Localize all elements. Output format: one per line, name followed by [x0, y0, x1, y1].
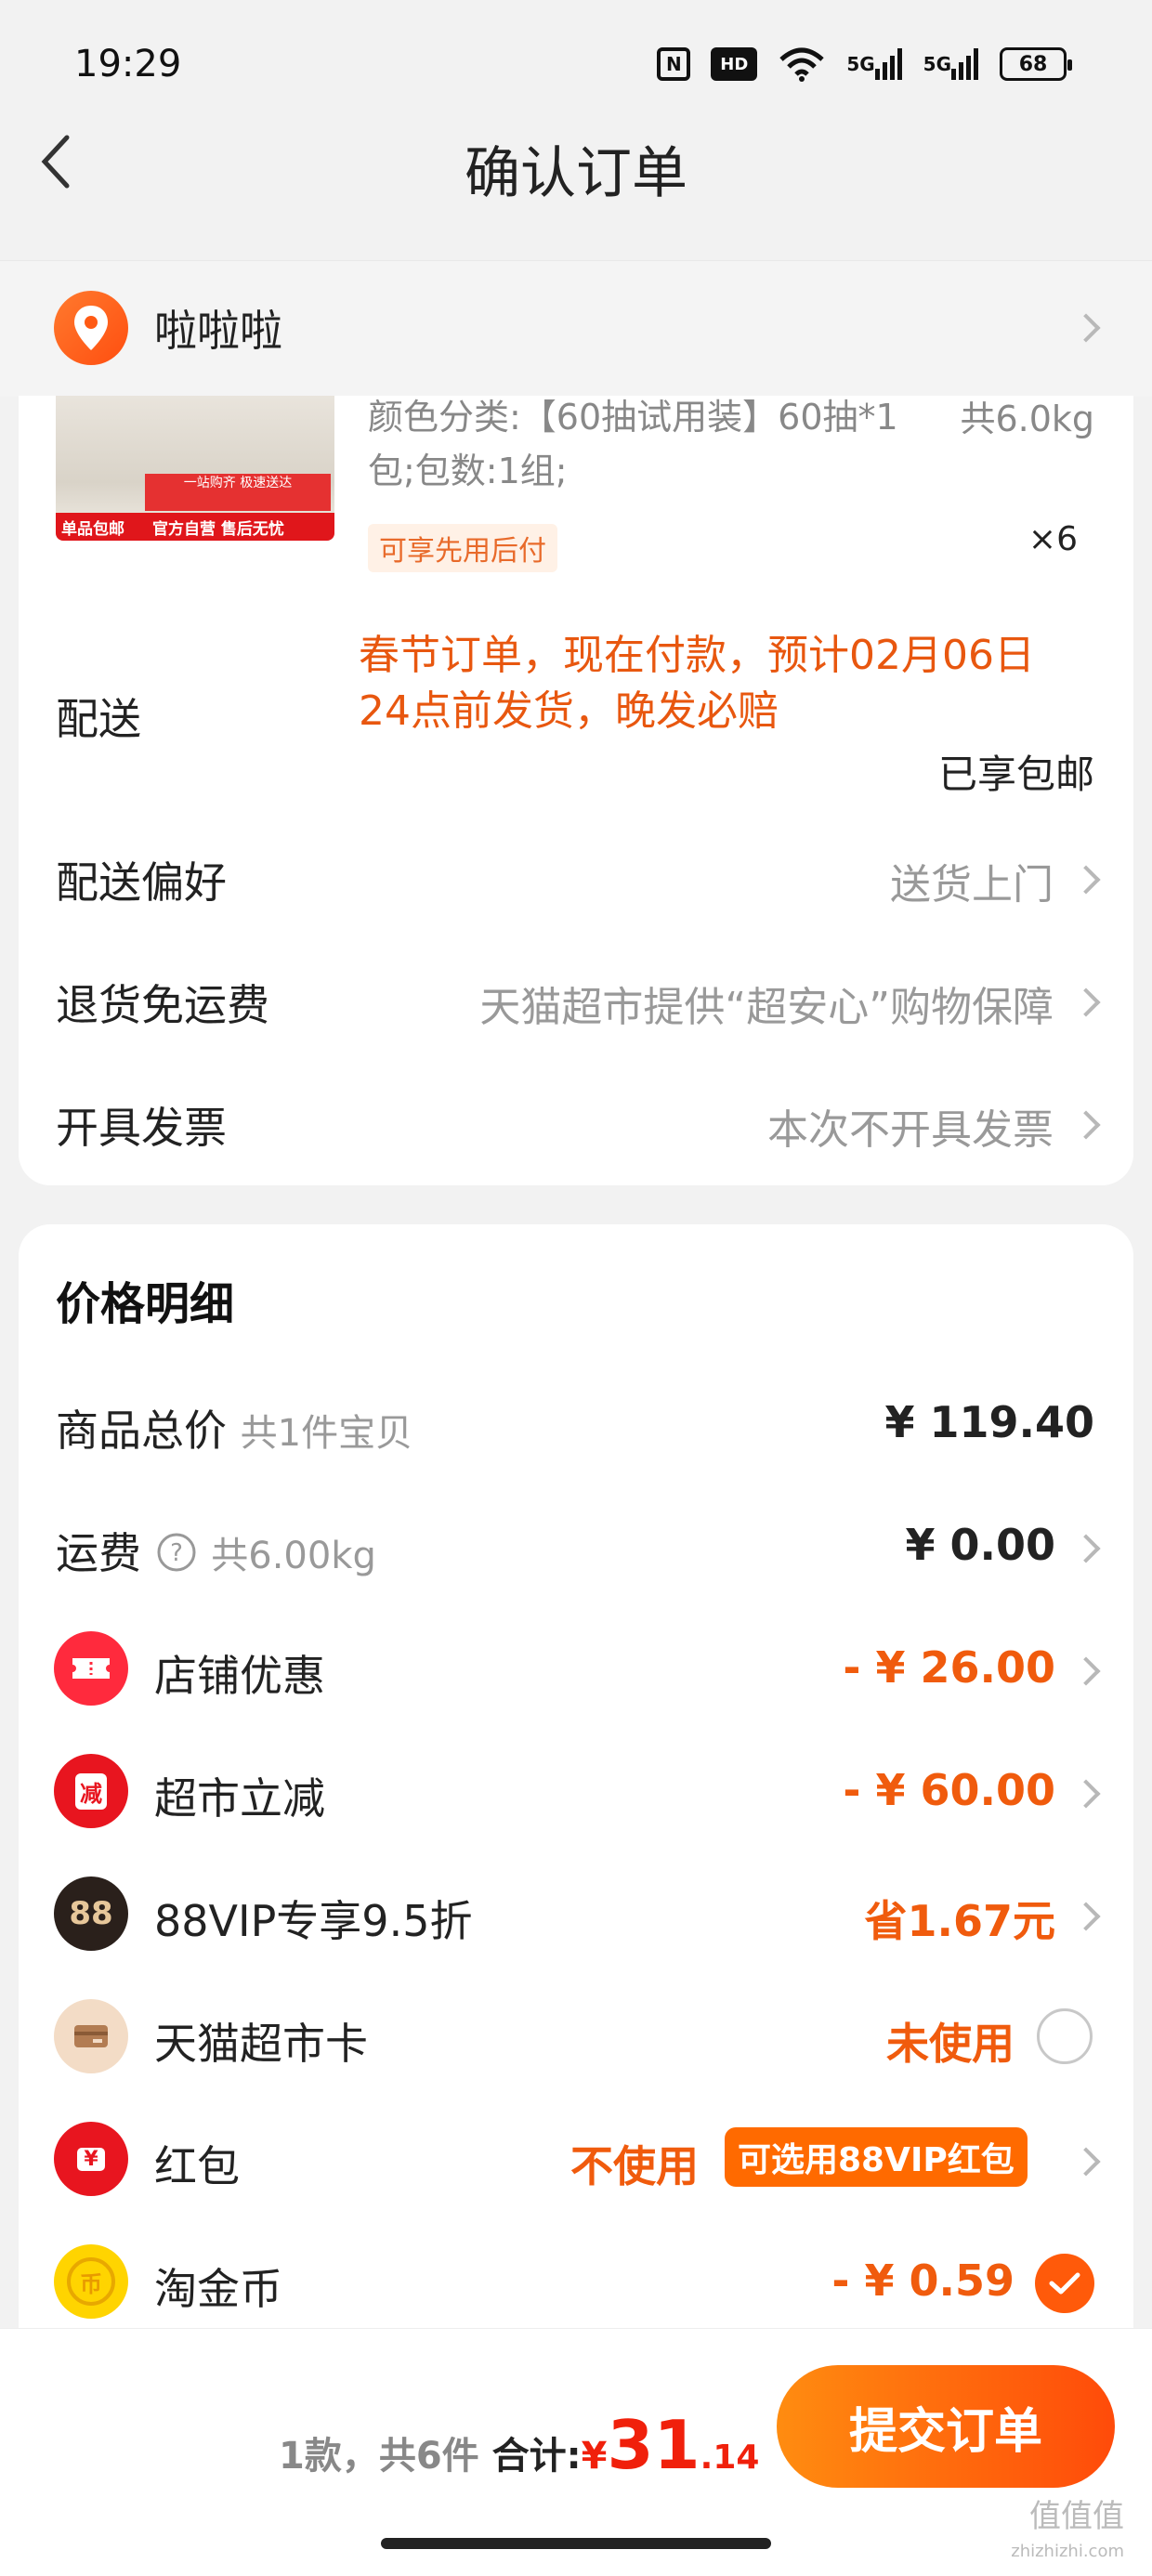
reduction-icon: 减 [54, 1754, 128, 1828]
vip-red-packet-pill[interactable]: 可选用88VIP红包 [725, 2127, 1028, 2187]
item-count: 1款，共6件 [279, 2435, 479, 2478]
nfc-icon: N [657, 47, 691, 81]
free-shipping-status: 已享包邮 [937, 752, 1094, 797]
thumbnail-official: 官方自营 售后无忧 [152, 519, 284, 539]
product-weight: 共6.0kg [960, 399, 1094, 439]
location-pin-icon [54, 291, 128, 365]
red-packet-value[interactable]: 不使用 [570, 2133, 699, 2194]
thumbnail-banner: 一站购齐 极速送达 [145, 474, 331, 511]
thumbnail-free-shipping: 单品包邮 [61, 519, 124, 539]
delivery-pref-value[interactable]: 送货上门 [890, 851, 1054, 910]
coins-value[interactable]: - ¥ 0.59 [831, 2256, 1015, 2306]
vip-88-icon: 88 [54, 1876, 128, 1951]
coins-label: 淘金币 [154, 2264, 282, 2314]
goods-total-label: 商品总价 共1件宝贝 [56, 1397, 412, 1458]
shipping-weight: 共6.00kg [211, 1535, 376, 1577]
order-summary: 1款，共6件 合计:¥31.14 [279, 2406, 759, 2484]
network-type-2: 5G [923, 53, 951, 75]
shop-discount-label: 店铺优惠 [154, 1651, 325, 1701]
submit-order-button[interactable]: 提交订单 [777, 2365, 1115, 2488]
bnpl-badge: 可享先用后付 [368, 524, 557, 572]
total-label: 合计: [491, 2435, 582, 2478]
price-detail-title: 价格明细 [56, 1278, 235, 1330]
product-spec: 颜色分类:【60抽试用装】60抽*1包;包数:1组; [368, 397, 898, 491]
market-card-label: 天猫超市卡 [154, 2019, 368, 2069]
delivery-label: 配送 [56, 694, 141, 744]
return-shipping-label: 退货免运费 [56, 980, 269, 1030]
market-card-value[interactable]: 未使用 [886, 2010, 1015, 2072]
goods-total-text: 商品总价 [56, 1406, 227, 1456]
total-currency: ¥ [581, 2435, 608, 2478]
market-cut-value[interactable]: - ¥ 60.00 [843, 1765, 1055, 1815]
vip-label: 88VIP专享9.5折 [154, 1896, 473, 1946]
signal-icon-2: 5G [923, 46, 979, 82]
shipping-label: 运费 ? 共6.00kg [56, 1520, 376, 1581]
delivery-pref-label: 配送偏好 [56, 857, 227, 908]
help-icon[interactable]: ? [155, 1531, 198, 1574]
home-indicator[interactable] [381, 2538, 771, 2549]
hd-voice-icon: HD [711, 47, 758, 81]
red-packet-label: 红包 [154, 2141, 240, 2191]
address-name: 啦啦啦 [154, 306, 282, 356]
svg-text:?: ? [170, 1539, 183, 1567]
status-time: 19:29 [74, 43, 182, 85]
coins-checked-icon[interactable] [1035, 2254, 1094, 2313]
product-thumbnail[interactable]: 一站购齐 极速送达 单品包邮 官方自营 售后无忧 [56, 396, 334, 541]
invoice-value[interactable]: 本次不开具发票 [767, 1096, 1054, 1156]
ticket-icon [54, 1631, 128, 1706]
status-icons: N HD 5G 5G 68 [657, 46, 1072, 82]
product-quantity: ×6 [1028, 520, 1078, 558]
return-shipping-value[interactable]: 天猫超市提供“超安心”购物保障 [479, 974, 1054, 1033]
signal-icon-1: 5G [846, 46, 902, 82]
battery-icon: 68 [1000, 47, 1072, 81]
network-type-1: 5G [846, 53, 875, 75]
goods-total-count: 共1件宝贝 [240, 1412, 413, 1455]
invoice-label: 开具发票 [56, 1103, 227, 1153]
wifi-icon [778, 46, 826, 82]
watermark-text: 值值值 [1029, 2498, 1124, 2535]
market-cut-label: 超市立减 [154, 1773, 325, 1824]
reduction-icon-text: 减 [75, 1772, 107, 1810]
shop-discount-value[interactable]: - ¥ 26.00 [843, 1642, 1055, 1693]
red-packet-icon-text: ¥ [77, 2147, 105, 2171]
market-card-radio[interactable] [1037, 2008, 1093, 2064]
shipping-text: 运费 [56, 1528, 141, 1578]
shipping-value[interactable]: ¥ 0.00 [905, 1520, 1055, 1570]
delivery-note: 春节订单，现在付款，预计02月06日24点前发货，晚发必赔 [359, 632, 1035, 735]
thumbnail-strip: 单品包邮 官方自营 售后无忧 [56, 513, 334, 541]
goods-total-value: ¥ 119.40 [884, 1397, 1094, 1447]
watermark: 值值值 zhizhizhi.com [1011, 2499, 1124, 2569]
total-decimal: .14 [700, 2439, 760, 2477]
coin-icon: 币 [54, 2244, 128, 2319]
coin-icon-text: 币 [67, 2257, 115, 2306]
vip-value[interactable]: 省1.67元 [865, 1888, 1056, 1949]
total-integer: 31 [607, 2406, 700, 2484]
watermark-url: zhizhizhi.com [1011, 2542, 1124, 2561]
red-packet-icon: ¥ [54, 2122, 128, 2196]
card-icon [54, 1999, 128, 2073]
page-title: 确认订单 [465, 141, 687, 206]
